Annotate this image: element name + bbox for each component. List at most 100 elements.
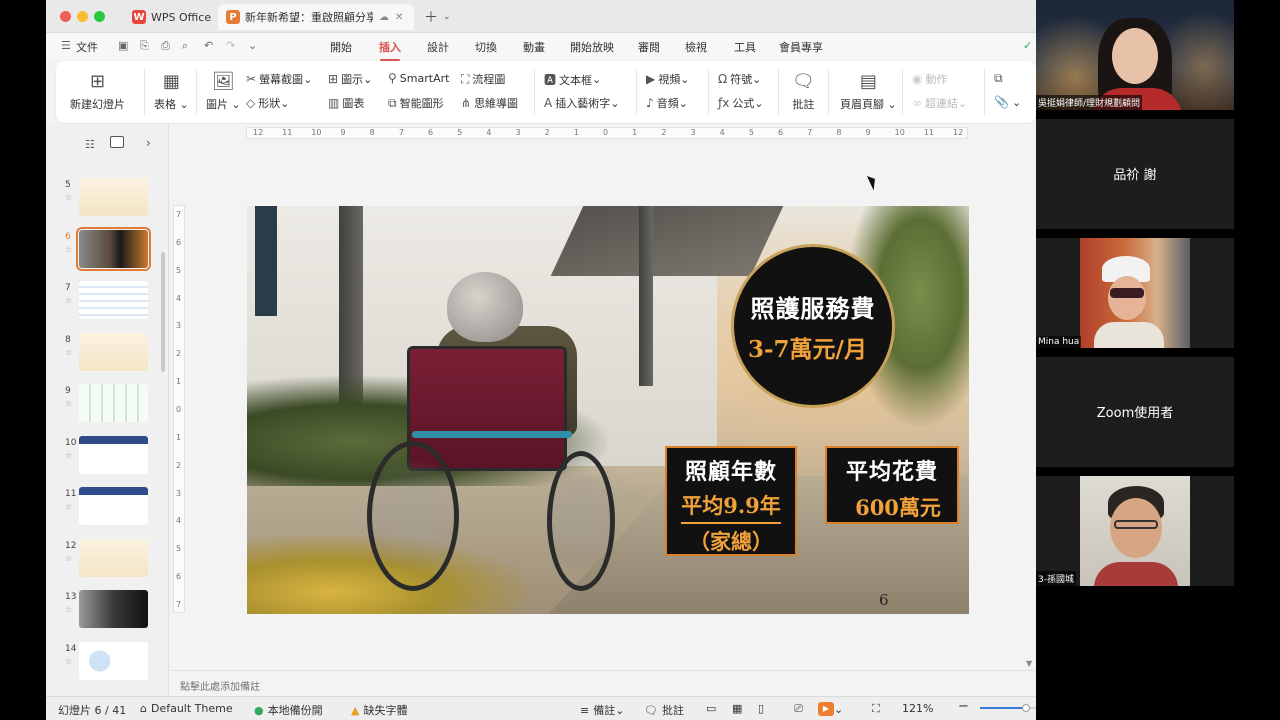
presenter-view-icon[interactable]: ⎚ (794, 702, 803, 716)
slide-sorter-icon[interactable]: ▦ (732, 702, 742, 715)
slide-thumbnail[interactable] (79, 435, 148, 474)
slide-thumbnail[interactable] (79, 538, 148, 577)
export-icon[interactable]: ⎘ (140, 39, 149, 53)
hamburger-menu-icon[interactable]: ☰ (61, 39, 71, 52)
redo-icon[interactable]: ↷ (226, 39, 235, 52)
backup-status[interactable]: ● 本地備份開 (254, 702, 323, 718)
attachment-button[interactable]: 📎 ⌄ (994, 95, 1021, 109)
menu-animation[interactable]: 動畫 (523, 39, 545, 55)
shape-button[interactable]: ◇ 形狀 ⌄ (246, 95, 289, 111)
minimize-window-button[interactable] (77, 11, 88, 22)
thumbnail-star-icon[interactable]: ☆ (65, 399, 72, 408)
thumbnail-star-icon[interactable]: ☆ (65, 605, 72, 614)
close-tab-icon[interactable]: ✕ (395, 12, 403, 23)
thumbnail-star-icon[interactable]: ☆ (65, 245, 72, 254)
chart-button[interactable]: ▥ 圖表 (328, 95, 364, 111)
formula-button[interactable]: ƒx 公式 ⌄ (718, 95, 764, 111)
symbol-button[interactable]: Ω 符號 ⌄ (718, 71, 761, 87)
table-button[interactable]: ▦ 表格 ⌄ (154, 71, 189, 112)
slide-thumbnail[interactable] (79, 384, 148, 422)
flowchart-button[interactable]: ⛶ 流程圖 (461, 71, 505, 87)
thumbnail-star-icon[interactable]: ☆ (65, 193, 72, 202)
canvas-scroll-down-icon[interactable]: ▼ (1026, 659, 1032, 668)
icon-button[interactable]: ⊞ 圖示 ⌄ (328, 71, 372, 87)
notes-toggle-button[interactable]: ≡ 備註 ⌄ (580, 702, 624, 718)
hyperlink-button[interactable]: ∞ 超連結 ⌄ (912, 95, 967, 111)
menu-review[interactable]: 審閱 (638, 39, 660, 55)
tab-document[interactable]: P 新年新希望：重啟照顧分享 ☁ ✕ (218, 4, 414, 30)
normal-view-icon[interactable]: ▭ (706, 702, 716, 715)
comments-toggle-button[interactable]: 🗨 批註 (644, 702, 684, 718)
participant-tile[interactable]: Zoom使用者 (1036, 357, 1234, 467)
menu-home[interactable]: 開始 (330, 39, 352, 55)
chevron-down-icon[interactable]: ⌄ (248, 39, 257, 52)
chevron-right-icon[interactable]: › (146, 136, 151, 150)
menu-view[interactable]: 檢視 (685, 39, 707, 55)
thumbnail-star-icon[interactable]: ☆ (65, 502, 72, 511)
preview-icon[interactable]: ⌕ (182, 39, 188, 53)
zoom-level[interactable]: 121% (902, 702, 933, 715)
smartart-button[interactable]: ⚲ SmartArt (388, 71, 449, 85)
action-button[interactable]: ◉ 動作 (912, 71, 947, 87)
care-fee-badge[interactable]: 照護服務費 3-7萬元/月 (731, 244, 895, 408)
thumbnail-star-icon[interactable]: ☆ (65, 554, 72, 563)
close-window-button[interactable] (60, 11, 71, 22)
participant-tile[interactable]: 3-孫國城 (1036, 476, 1234, 586)
reading-view-icon[interactable]: ▯ (758, 702, 764, 715)
undo-icon[interactable]: ↶ (204, 39, 213, 52)
menu-insert[interactable]: 插入 (379, 39, 401, 61)
slide-thumbnail[interactable] (79, 178, 148, 216)
fit-window-icon[interactable]: ⛶ (872, 702, 880, 716)
participant-tile[interactable]: 吳挺娟律師/理財規劃顧問 (1036, 0, 1234, 110)
picture-button[interactable]: 🖼 圖片 ⌄ (206, 71, 241, 112)
avg-cost-box[interactable]: 平均花費 600萬元 (825, 446, 959, 524)
slide-thumbnail[interactable] (79, 281, 148, 319)
ruler-tick-label: 5 (176, 265, 182, 275)
screenshot-button[interactable]: ✂ 螢幕截圖 ⌄ (246, 71, 312, 87)
textbox-button[interactable]: 🅰 文本框 ⌄ (544, 71, 601, 88)
current-slide[interactable]: 照護服務費 3-7萬元/月 照顧年數 平均9.9年 （家總） 平均花費 600萬… (247, 206, 969, 614)
outline-view-icon[interactable]: ☷ (85, 138, 95, 151)
maximize-window-button[interactable] (94, 11, 105, 22)
object-button[interactable]: ⧉ (994, 71, 1006, 86)
menu-file[interactable]: 文件 (76, 39, 98, 55)
slide-view-icon[interactable] (110, 136, 124, 148)
save-icon[interactable]: ▣ (118, 39, 128, 52)
slide-thumbnail[interactable] (79, 487, 148, 525)
zoom-out-button[interactable]: − (958, 699, 969, 714)
slide-thumbnail[interactable] (79, 641, 148, 680)
thumbnail-scrollbar[interactable] (161, 252, 165, 372)
notes-field[interactable]: 點擊此處添加備註 (170, 670, 1036, 696)
slide-thumbnail[interactable] (79, 590, 148, 628)
audio-button[interactable]: ♪ 音頻 ⌄ (646, 95, 688, 111)
menu-member[interactable]: 會員專享 (779, 39, 823, 55)
thumbnail-star-icon[interactable]: ☆ (65, 657, 72, 666)
slide-thumbnail[interactable] (76, 226, 151, 271)
new-slide-button[interactable]: ⊞ 新建幻燈片 (70, 71, 125, 112)
sync-status-icon[interactable]: ✓ (1023, 39, 1032, 52)
missing-font-button[interactable]: ▲ 缺失字體 (351, 702, 407, 718)
video-button[interactable]: ▶ 視頻 ⌄ (646, 71, 689, 87)
wordart-button[interactable]: A 插入藝術字 ⌄ (544, 95, 619, 111)
header-footer-button[interactable]: ▤ 頁眉頁腳 ⌄ (840, 71, 897, 112)
menu-transition[interactable]: 切換 (475, 39, 497, 55)
thumbnail-star-icon[interactable]: ☆ (65, 348, 72, 357)
new-tab-button[interactable]: ＋ ⌄ (416, 4, 459, 30)
play-slideshow-button[interactable]: ▶ ⌄ (818, 702, 843, 716)
thumbnail-star-icon[interactable]: ☆ (65, 451, 72, 460)
mindmap-button[interactable]: ⋔ 思維導圖 (461, 95, 518, 111)
participant-tile[interactable]: 品祄 謝 (1036, 119, 1234, 229)
theme-button[interactable]: ⌂ Default Theme (140, 702, 233, 715)
participant-tile[interactable]: Mina hua (1036, 238, 1234, 348)
menu-slideshow[interactable]: 開始放映 (570, 39, 614, 55)
menu-tools[interactable]: 工具 (734, 39, 756, 55)
print-icon[interactable]: ⎙ (161, 39, 170, 53)
thumbnail-star-icon[interactable]: ☆ (65, 296, 72, 305)
comment-button[interactable]: 🗨 批註 (792, 71, 815, 112)
care-years-box[interactable]: 照顧年數 平均9.9年 （家總） (665, 446, 797, 556)
menu-design[interactable]: 設計 (427, 39, 449, 55)
slide-thumbnail[interactable] (79, 332, 148, 371)
smart-shape-button[interactable]: ⧉ 智能圖形 (388, 95, 444, 111)
zoom-slider-thumb[interactable] (1022, 704, 1030, 712)
tab-wps-office[interactable]: W WPS Office (124, 4, 219, 30)
